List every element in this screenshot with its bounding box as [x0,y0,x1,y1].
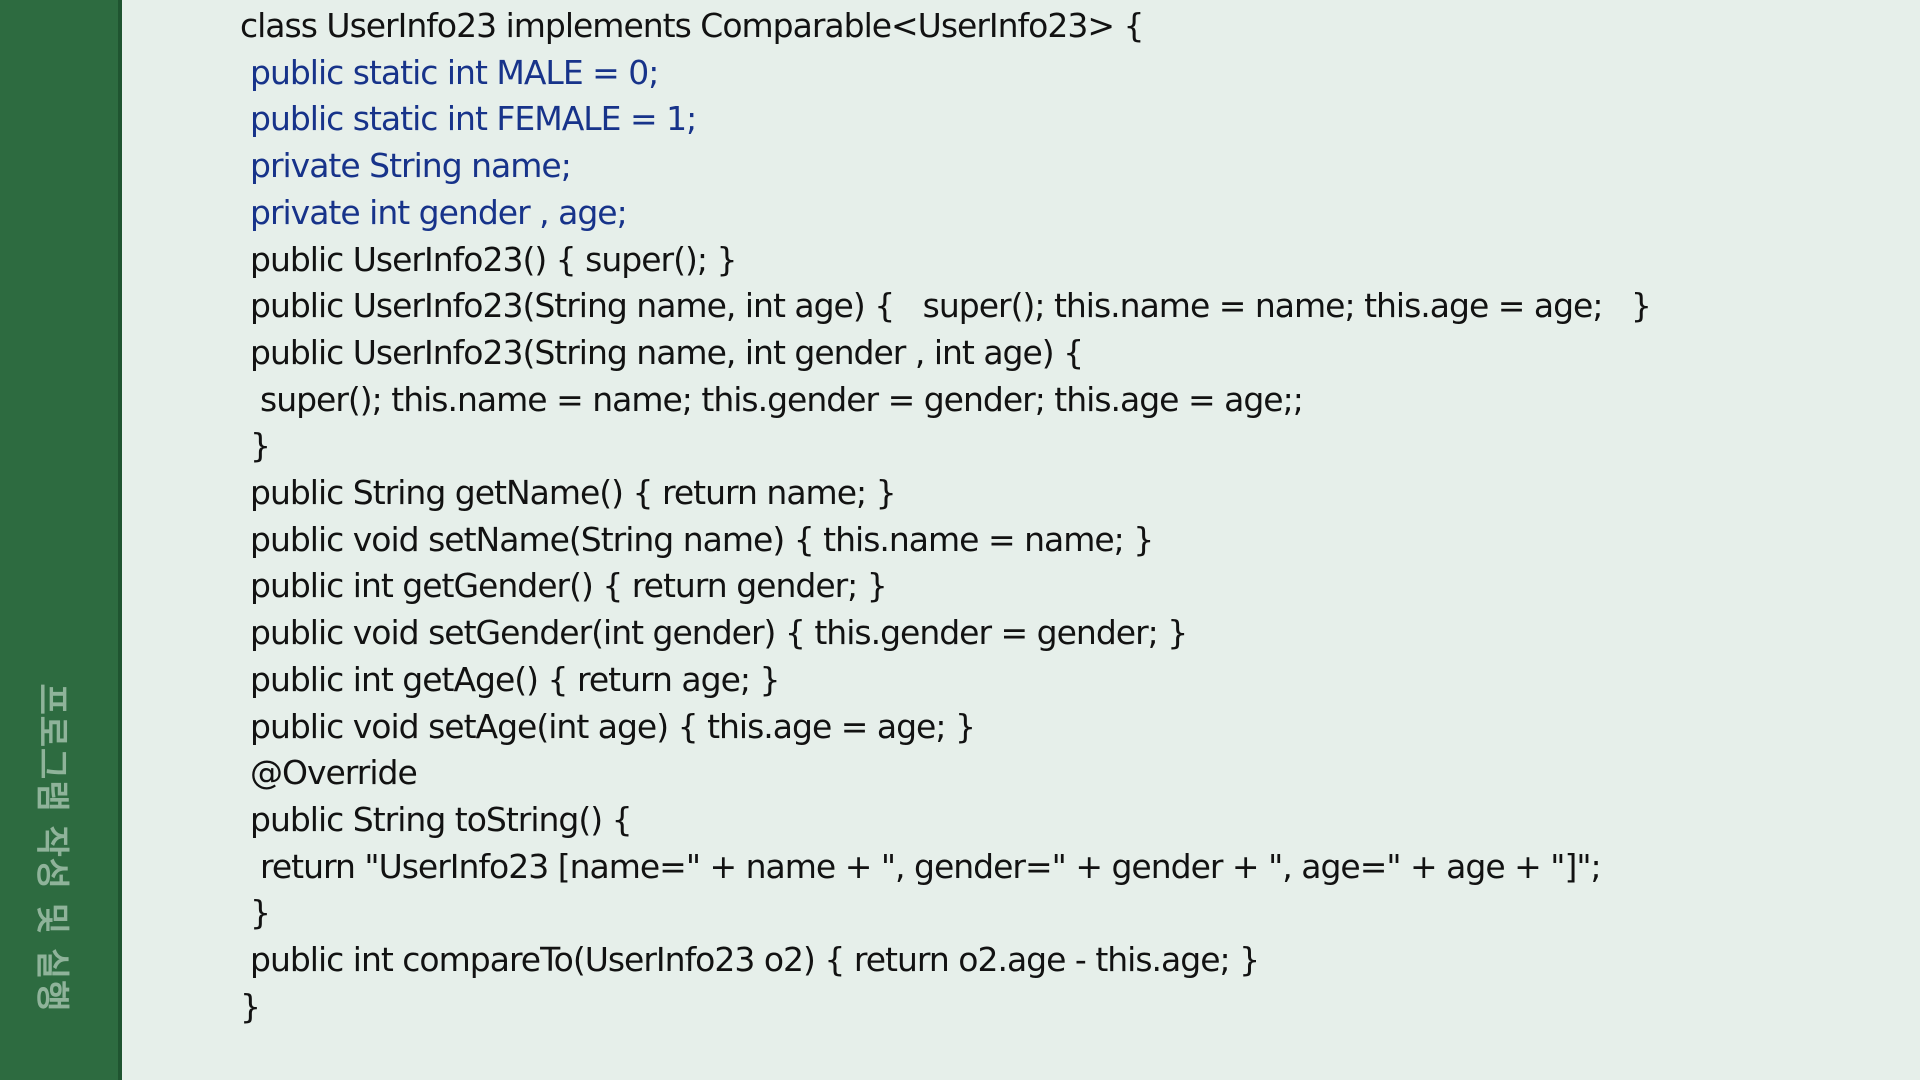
code-line: return "UserInfo23 [name=" + name + ", g… [260,846,1602,886]
code-line: } [250,893,271,933]
code-line: public UserInfo23() { super(); } [250,239,737,279]
code-line: public String toString() { [250,799,633,839]
code-line: private int gender , age; [250,192,628,232]
code-line: public int compareTo(UserInfo23 o2) { re… [250,940,1260,979]
code-line: public UserInfo23(String name, int gende… [250,332,1084,372]
code-line: public UserInfo23(String name, int age) … [250,286,1652,326]
sidebar-title: 프로그램 작성 및 실행 [31,683,72,1013]
code-line: private String name; [250,146,572,186]
code-line: public int getGender() { return gender; … [250,566,888,606]
code-line: super(); this.name = name; this.gender =… [260,379,1304,419]
code-line: } [250,426,271,466]
sidebar-divider [118,0,122,1080]
code-line: public static int MALE = 0; [250,52,659,92]
code-line: } [240,986,261,1026]
code-line: public int getAge() { return age; } [250,659,780,699]
code-line: public void setGender(int gender) { this… [250,613,1188,653]
code-line: class UserInfo23 implements Comparable<U… [240,6,1144,45]
code-line: public void setName(String name) { this.… [250,519,1154,559]
code-block: class UserInfo23 implements Comparable<U… [240,0,1900,1040]
code-line: public String getName() { return name; } [250,473,897,512]
code-line: public static int FEMALE = 1; [250,99,697,139]
code-line: @Override [250,753,418,793]
code-line: public void setAge(int age) { this.age =… [250,706,976,746]
